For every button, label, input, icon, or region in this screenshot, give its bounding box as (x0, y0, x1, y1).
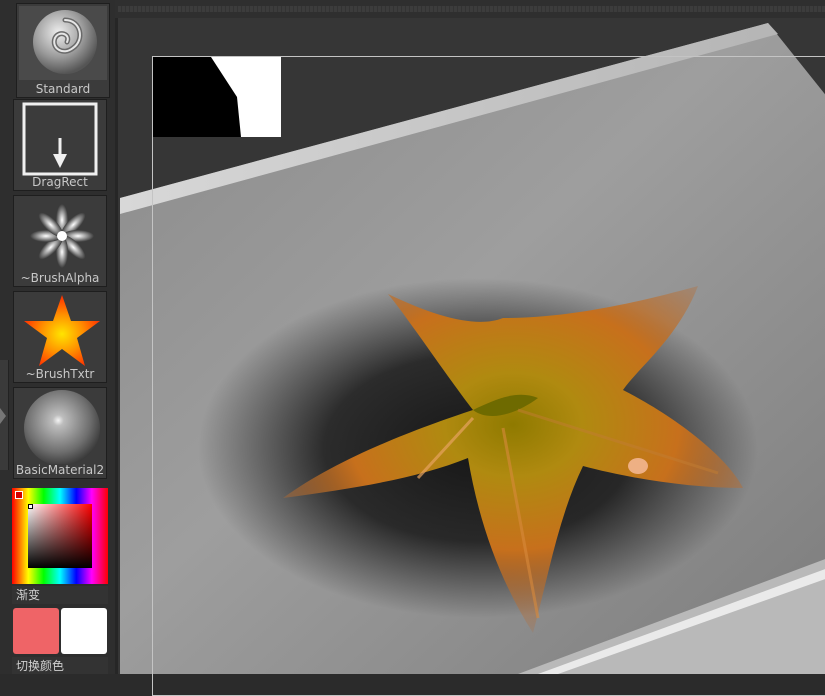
alpha-selector[interactable]: ~BrushAlpha (13, 195, 107, 287)
main-color-swatch[interactable] (13, 608, 59, 654)
gradient-toggle[interactable]: 渐变 (12, 586, 108, 604)
orange-star-texture-icon (16, 294, 104, 368)
color-picker-saturation-area[interactable] (28, 504, 92, 568)
stroke-label: DragRect (32, 175, 88, 189)
material-label: BasicMaterial2 (15, 463, 105, 477)
left-shelf: Standard DragRect ~BrushAlpha ~BrushTxtr… (0, 0, 115, 674)
gray-sphere-material-icon (16, 390, 104, 464)
brush-selector[interactable]: Standard (16, 3, 110, 98)
stroke-selector[interactable]: DragRect (13, 99, 107, 191)
canvas-ruler (118, 6, 825, 12)
material-selector[interactable]: BasicMaterial2 (13, 387, 107, 479)
drag-rect-arrow-icon (16, 102, 104, 176)
standard-brush-icon (19, 6, 107, 80)
alpha-label: ~BrushAlpha (20, 271, 100, 285)
shelf-collapse-handle[interactable] (0, 360, 9, 470)
secondary-color-swatch[interactable] (61, 608, 107, 654)
picker-sv-marker[interactable] (28, 504, 33, 509)
chevron-left-icon (0, 408, 6, 424)
brush-label: Standard (35, 82, 91, 96)
radial-flower-alpha-icon (16, 198, 104, 272)
switch-color-button[interactable]: 切换颜色 (12, 657, 108, 674)
alpha-preview-thumbnail (153, 57, 281, 137)
texture-label: ~BrushTxtr (25, 367, 95, 381)
picker-hue-marker[interactable] (15, 491, 23, 499)
texture-selector[interactable]: ~BrushTxtr (13, 291, 107, 383)
color-picker[interactable] (12, 488, 108, 584)
